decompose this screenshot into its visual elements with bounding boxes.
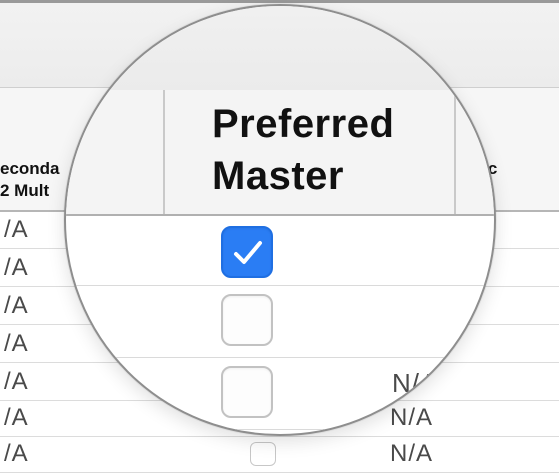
preferred-master-checkbox[interactable] xyxy=(221,366,273,418)
column-header-secondary[interactable]: econda 2 Mult xyxy=(0,158,60,202)
column-header-preferred-master-line1: Preferred xyxy=(212,102,395,146)
row-secondary-value: /A xyxy=(4,404,29,431)
row-secondary-value: /A xyxy=(4,254,29,281)
column-header-preferred-master[interactable]: Preferred Master xyxy=(212,98,394,202)
table-row[interactable]: /A N/A xyxy=(0,436,559,473)
checkmark-icon xyxy=(234,241,262,264)
lens-table-row xyxy=(66,214,494,286)
row-sync-value: N/A xyxy=(390,440,434,467)
magnifier-lens: Preferred Master N/A xyxy=(64,4,496,436)
row-secondary-value: /A xyxy=(4,440,29,467)
row-secondary-value: /A xyxy=(4,216,29,243)
column-header-secondary-line1: econda xyxy=(0,159,60,178)
preferred-master-checkbox[interactable] xyxy=(250,442,276,466)
preferred-master-checkbox[interactable] xyxy=(221,294,273,346)
column-header-secondary-line2: 2 Mult xyxy=(0,181,50,200)
lens-table-row xyxy=(66,286,494,358)
row-secondary-value: /A xyxy=(4,292,29,319)
row-secondary-value: /A xyxy=(4,330,29,357)
lens-toolbar xyxy=(66,6,494,91)
preferred-master-checkbox-checked[interactable] xyxy=(221,226,273,278)
column-divider xyxy=(454,90,456,214)
row-sync-value: N/A xyxy=(392,368,439,398)
row-secondary-value: /A xyxy=(4,368,29,395)
column-header-preferred-master-line2: Master xyxy=(212,154,344,198)
column-divider xyxy=(163,90,165,214)
